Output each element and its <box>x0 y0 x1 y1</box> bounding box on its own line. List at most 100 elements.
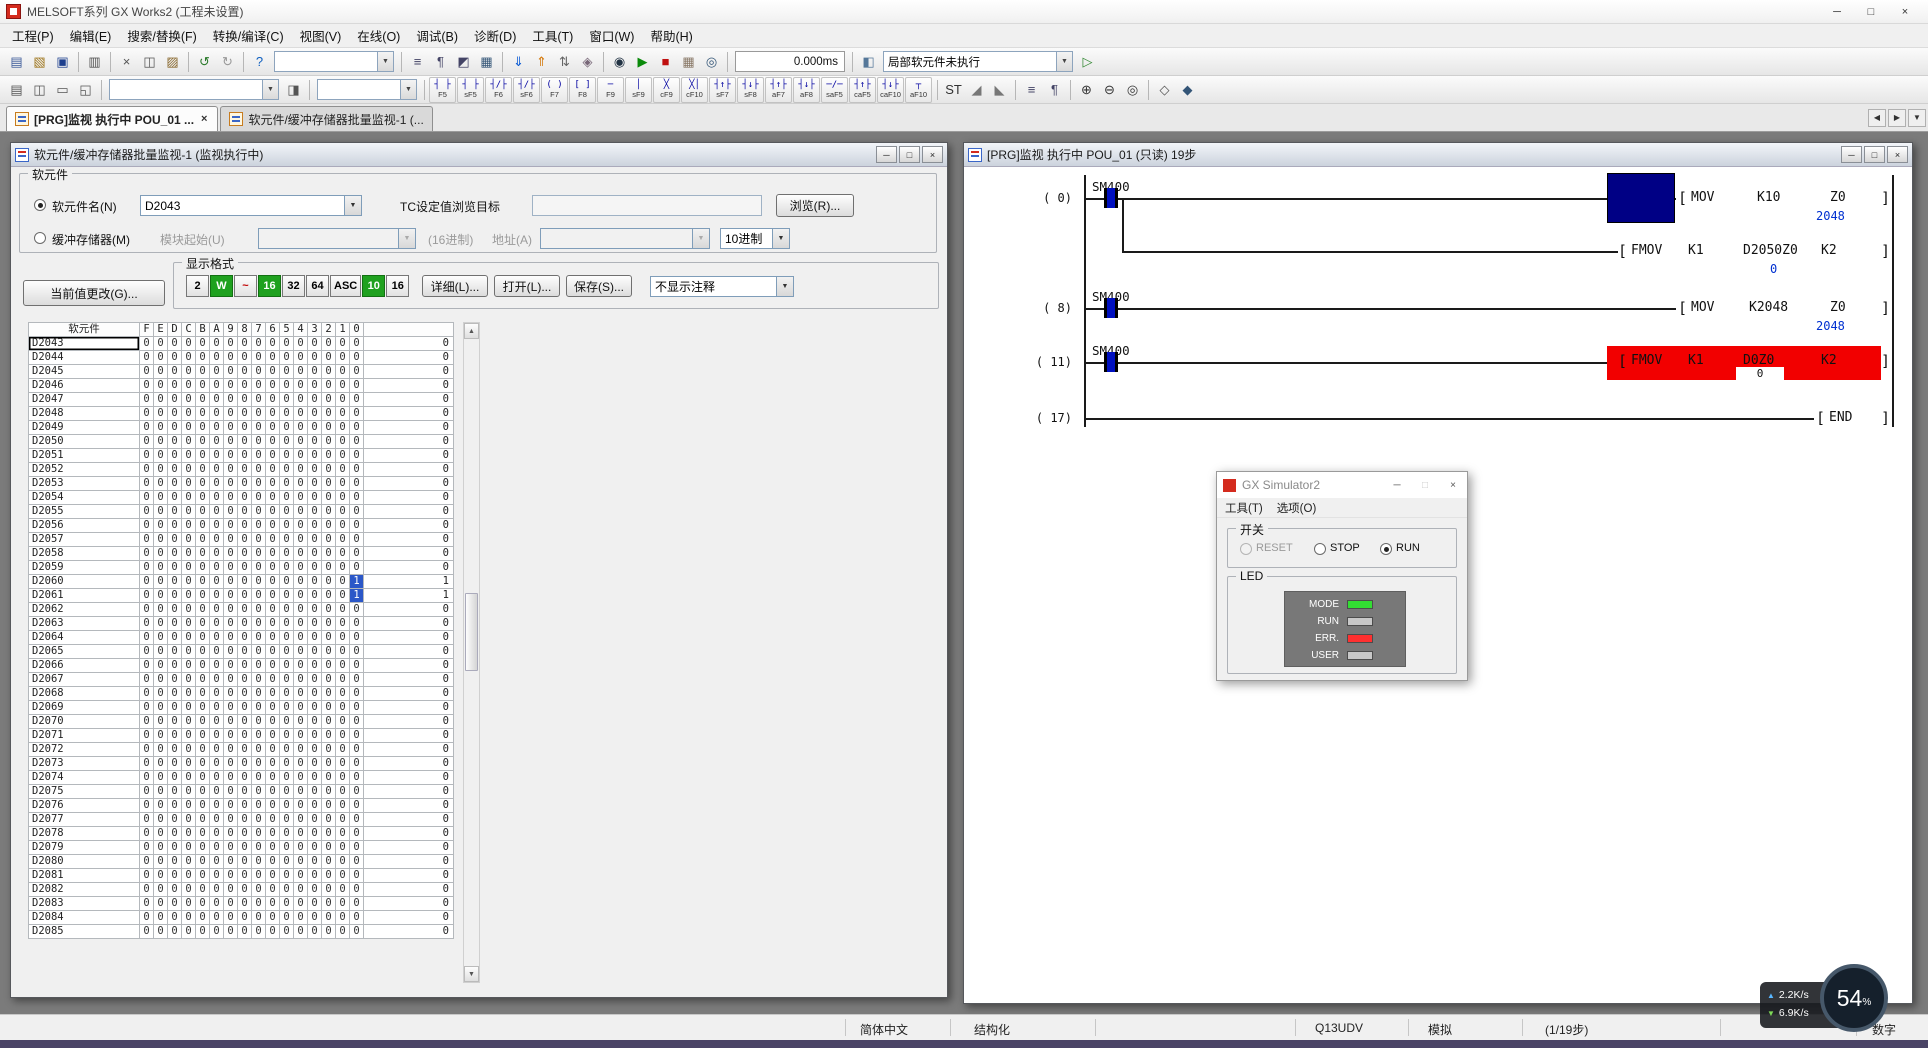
bit-cell[interactable]: 0 <box>294 771 308 785</box>
bit-cell[interactable]: 0 <box>210 617 224 631</box>
value-cell[interactable]: 0 <box>364 421 454 435</box>
bit-cell[interactable]: 0 <box>280 435 294 449</box>
bit-cell[interactable]: 0 <box>322 757 336 771</box>
bit-cell[interactable]: 0 <box>350 883 364 897</box>
comment-display-icon[interactable]: ≡ <box>1020 78 1043 101</box>
bit-cell[interactable]: 0 <box>350 813 364 827</box>
bit-cell[interactable]: 0 <box>266 365 280 379</box>
value-cell[interactable]: 0 <box>364 407 454 421</box>
bit-cell[interactable]: 0 <box>238 687 252 701</box>
bit-cell[interactable]: 0 <box>266 757 280 771</box>
bit-cell[interactable]: 0 <box>168 589 182 603</box>
bit-cell[interactable]: 0 <box>238 925 252 939</box>
bit-cell[interactable]: 0 <box>224 897 238 911</box>
bit-cell[interactable]: 0 <box>168 575 182 589</box>
bit-cell[interactable]: 0 <box>140 673 154 687</box>
bit-cell[interactable]: 0 <box>336 645 350 659</box>
bit-cell[interactable]: 0 <box>350 785 364 799</box>
bit-cell[interactable]: 0 <box>322 421 336 435</box>
bit-cell[interactable]: 0 <box>280 631 294 645</box>
bit-cell[interactable]: 0 <box>154 911 168 925</box>
bit-cell[interactable]: 0 <box>210 435 224 449</box>
bit-cell[interactable]: 0 <box>308 449 322 463</box>
bit-cell[interactable]: 0 <box>294 603 308 617</box>
bit-cell[interactable]: 0 <box>350 351 364 365</box>
bit-cell[interactable]: 0 <box>252 911 266 925</box>
simulator-menu-tools[interactable]: 工具(T) <box>1225 500 1263 516</box>
paste-icon[interactable]: ▨ <box>161 50 184 73</box>
tab-scroll-left-icon[interactable]: ◀ <box>1868 109 1886 127</box>
value-cell[interactable]: 0 <box>364 813 454 827</box>
bit-cell[interactable]: 0 <box>210 687 224 701</box>
bit-cell[interactable]: 0 <box>154 379 168 393</box>
bit-cell[interactable]: 0 <box>336 561 350 575</box>
menu-diagnostics[interactable]: 诊断(D) <box>466 23 524 48</box>
bit-cell[interactable]: 0 <box>182 561 196 575</box>
bit-cell[interactable]: 0 <box>154 547 168 561</box>
value-cell[interactable]: 0 <box>364 533 454 547</box>
vertical-line-button[interactable]: │sF9 <box>625 77 652 103</box>
bit-cell[interactable]: 0 <box>224 645 238 659</box>
bit-cell[interactable]: 0 <box>322 771 336 785</box>
bit-cell[interactable]: 0 <box>196 659 210 673</box>
device-cell[interactable]: D2053 <box>29 477 140 491</box>
bit-cell[interactable]: 0 <box>168 603 182 617</box>
value-cell[interactable]: 0 <box>364 645 454 659</box>
bit-cell[interactable]: 0 <box>322 407 336 421</box>
menu-online[interactable]: 在线(O) <box>349 23 408 48</box>
bit-cell[interactable]: 0 <box>224 337 238 351</box>
bit-cell[interactable]: 0 <box>154 925 168 939</box>
bit-cell[interactable]: 0 <box>294 897 308 911</box>
delete-vertical-line-button[interactable]: ╳│cF10 <box>681 77 708 103</box>
bit-cell[interactable]: 0 <box>350 519 364 533</box>
instruction-operand[interactable]: D2050Z0 <box>1743 243 1798 258</box>
bit-cell[interactable]: 0 <box>266 925 280 939</box>
bit-cell[interactable]: 0 <box>140 617 154 631</box>
scroll-up-icon[interactable]: ▲ <box>464 323 479 339</box>
bit-cell[interactable]: 0 <box>196 799 210 813</box>
note-icon[interactable]: ◩ <box>452 50 475 73</box>
bit-cell[interactable]: 0 <box>266 869 280 883</box>
bit-cell[interactable]: 0 <box>238 743 252 757</box>
bit-cell[interactable]: 0 <box>182 799 196 813</box>
bit-cell[interactable]: 0 <box>252 827 266 841</box>
bit-cell[interactable]: 0 <box>182 379 196 393</box>
bit-cell[interactable]: 0 <box>182 841 196 855</box>
bit-cell[interactable]: 0 <box>266 715 280 729</box>
statement-icon[interactable]: ¶ <box>429 50 452 73</box>
bit-cell[interactable]: 0 <box>140 477 154 491</box>
bit-cell[interactable]: 0 <box>350 799 364 813</box>
bit-cell[interactable]: 0 <box>350 757 364 771</box>
bit-cell[interactable]: 0 <box>266 337 280 351</box>
bit-cell[interactable]: 0 <box>308 813 322 827</box>
bit-cell[interactable]: 0 <box>336 603 350 617</box>
bit-cell[interactable]: 0 <box>252 491 266 505</box>
menu-debug[interactable]: 调试(B) <box>408 23 466 48</box>
bit-cell[interactable]: 0 <box>322 589 336 603</box>
bit-cell[interactable]: 0 <box>252 715 266 729</box>
bit-cell[interactable]: 0 <box>154 645 168 659</box>
bit-cell[interactable]: 0 <box>238 911 252 925</box>
read-mode-icon[interactable]: ◣ <box>988 78 1011 101</box>
monitor-close-button[interactable]: × <box>922 146 943 163</box>
local-device-exec-combo[interactable]: 局部软元件未执行▼ <box>883 51 1073 72</box>
bit-cell[interactable]: 0 <box>322 729 336 743</box>
device-cell[interactable]: D2055 <box>29 505 140 519</box>
save-project-icon[interactable]: ▣ <box>51 50 74 73</box>
bit-cell[interactable]: 0 <box>140 855 154 869</box>
simulator-menu-options[interactable]: 选项(O) <box>1277 500 1317 516</box>
bit-cell[interactable]: 0 <box>266 827 280 841</box>
bit-cell[interactable]: 0 <box>238 631 252 645</box>
bit-cell[interactable]: 0 <box>154 729 168 743</box>
bit-cell[interactable]: 0 <box>210 785 224 799</box>
inline-st-icon[interactable]: ST <box>942 78 965 101</box>
format-decimal-button[interactable]: 10 <box>362 275 385 297</box>
bit-cell[interactable]: 0 <box>224 589 238 603</box>
bit-cell[interactable]: 0 <box>168 491 182 505</box>
bit-cell[interactable]: 0 <box>238 421 252 435</box>
bit-cell[interactable]: 0 <box>140 337 154 351</box>
bit-cell[interactable]: 0 <box>336 407 350 421</box>
bit-cell[interactable]: 0 <box>182 771 196 785</box>
bit-cell[interactable]: 0 <box>224 505 238 519</box>
bit-cell[interactable]: 0 <box>350 659 364 673</box>
